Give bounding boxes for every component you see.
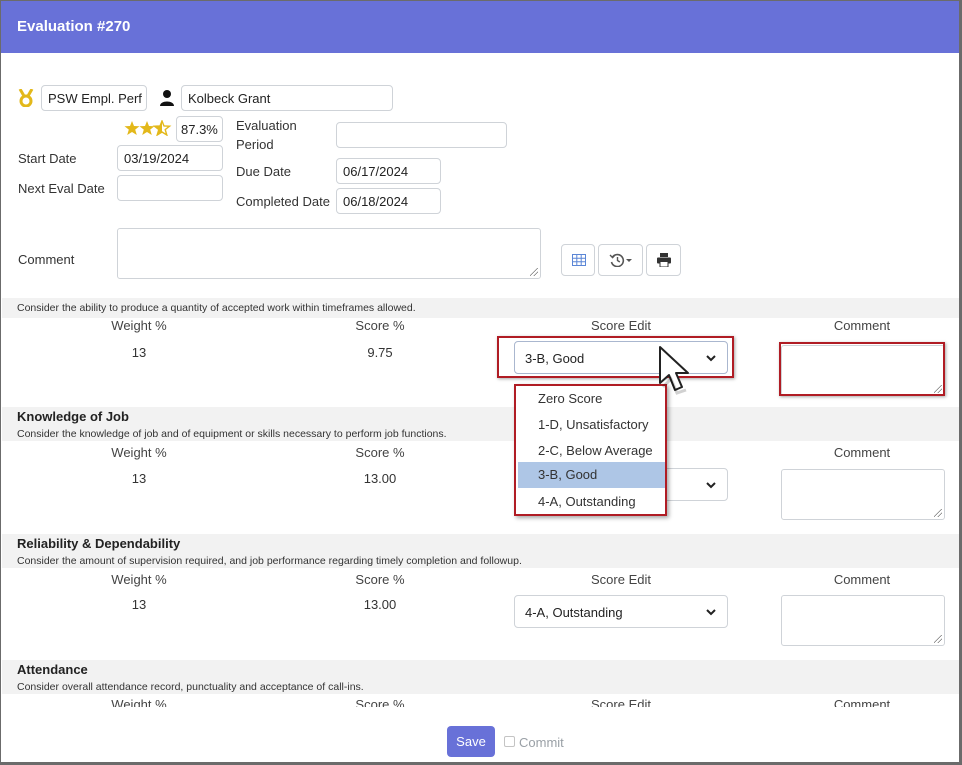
score-edit-header: Score Edit [591,318,651,333]
comment-label: Comment [18,252,75,267]
window-title: Evaluation #270 [17,18,131,35]
score-value: 9.75 [367,345,393,360]
completed-date-field[interactable]: 06/18/2024 [336,188,441,214]
print-icon [657,253,671,267]
history-dropdown-button[interactable] [598,244,643,276]
score-percent: 87.3% [176,116,223,142]
due-date-field[interactable]: 06/17/2024 [336,158,441,184]
section-title: Knowledge of Job [17,409,129,424]
next-eval-date-label: Next Eval Date [18,181,105,196]
score-edit-header: Score Edit [591,697,651,707]
section-description: Consider the ability to produce a quanti… [17,302,416,314]
weight-header: Weight % [111,697,167,707]
comment-header: Comment [833,572,891,587]
weight-value: 13 [131,471,147,486]
evaluation-window: Evaluation #270 PSW Empl. Perf Kolbeck G… [0,0,962,765]
comment-header: Comment [833,318,891,333]
start-date-field[interactable]: 03/19/2024 [117,145,223,171]
chevron-down-icon [706,482,716,489]
comment-header: Comment [833,445,891,460]
score-header: Score % [355,445,405,460]
section-description: Consider the knowledge of job and of equ… [17,428,447,440]
score-edit-dropdown-list: Zero Score 1-D, Unsatisfactory 2-C, Belo… [514,384,667,516]
score-edit-value: 4-A, Outstanding [525,605,623,620]
weight-value: 13 [131,345,147,360]
due-date-label: Due Date [236,164,291,179]
history-icon [609,253,632,267]
commit-label: Commit [519,735,564,750]
evaluation-period-field[interactable] [336,122,507,148]
section-title: Reliability & Dependability [17,536,181,551]
section-comment-textarea[interactable] [781,595,945,646]
comment-textarea[interactable] [117,228,541,279]
mouse-cursor-icon [659,346,689,395]
score-header: Score % [355,697,405,707]
highlight-box [497,336,734,378]
score-value: 13.00 [363,471,397,486]
score-edit-select[interactable]: 4-A, Outstanding [514,595,728,628]
grid-button[interactable] [561,244,595,276]
dropdown-option[interactable]: Zero Score [518,386,665,412]
next-eval-date-field[interactable] [117,175,223,201]
highlight-box [779,342,945,396]
weight-header: Weight % [111,572,167,587]
completed-date-label: Completed Date [236,194,330,209]
employee-field[interactable]: Kolbeck Grant [181,85,393,111]
commit-checkbox[interactable] [504,736,515,747]
rating-stars-icon [124,120,171,136]
print-button[interactable] [646,244,681,276]
section-comment-textarea[interactable] [781,469,945,520]
weight-header: Weight % [111,445,167,460]
start-date-label: Start Date [18,151,77,166]
chevron-down-icon [706,609,716,616]
medal-icon [18,89,34,107]
dropdown-option[interactable]: 1-D, Unsatisfactory [518,412,665,438]
evaluation-period-label-1: Evaluation [236,118,297,133]
dropdown-option[interactable]: 2-C, Below Average [518,438,665,464]
clipped-column-headers: Weight % Score % Score Edit Comment [2,695,959,707]
score-header: Score % [355,318,405,333]
template-field[interactable]: PSW Empl. Perf [41,85,147,111]
dropdown-option-selected[interactable]: 3-B, Good [518,462,665,488]
comment-header: Comment [833,697,891,707]
weight-value: 13 [131,597,147,612]
evaluation-period-label-2: Period [236,137,274,152]
grid-icon [572,254,586,266]
score-header: Score % [355,572,405,587]
section-description: Consider overall attendance record, punc… [17,681,364,693]
dropdown-option[interactable]: 4-A, Outstanding [518,489,665,515]
score-value: 13.00 [363,597,397,612]
score-edit-header: Score Edit [591,572,651,587]
weight-header: Weight % [111,318,167,333]
save-button[interactable]: Save [447,726,495,757]
section-title: Attendance [17,662,88,677]
person-icon [160,90,174,106]
title-bar: Evaluation #270 [1,1,959,53]
section-description: Consider the amount of supervision requi… [17,555,522,567]
